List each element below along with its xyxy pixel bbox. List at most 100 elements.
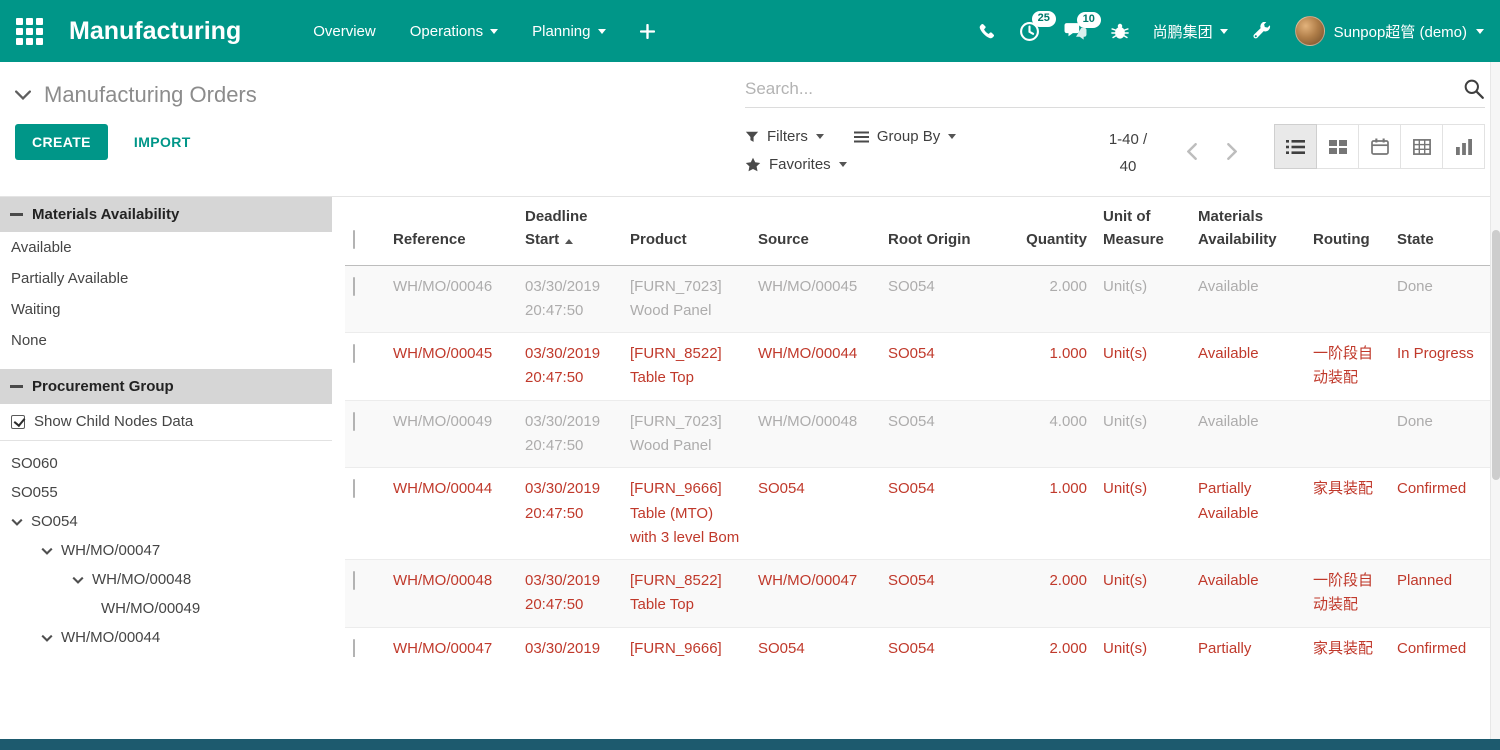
show-child-nodes-toggle[interactable]: Show Child Nodes Data: [0, 404, 332, 441]
activities-button[interactable]: 25: [1019, 21, 1040, 42]
row-checkbox[interactable]: [353, 412, 355, 431]
apps-grid-icon[interactable]: [16, 18, 43, 45]
cell-state: Done: [1389, 400, 1490, 468]
table-row[interactable]: WH/MO/00047 03/30/2019 20:47:50 [FURN_96…: [345, 627, 1490, 657]
row-checkbox[interactable]: [353, 639, 355, 657]
menu-planning[interactable]: Planning: [532, 23, 605, 40]
phone-icon: [978, 23, 995, 40]
pager-range[interactable]: 1-40 / 40: [1099, 126, 1157, 180]
tree-item-wh-mo-00044[interactable]: WH/MO/00044: [0, 623, 332, 652]
pager-next-button[interactable]: [1219, 137, 1245, 169]
tree-item-so054[interactable]: SO054: [0, 507, 332, 536]
vertical-scrollbar[interactable]: [1490, 62, 1500, 739]
tree-item-wh-mo-00045[interactable]: WH/MO/00045: [0, 652, 332, 657]
pager-previous-button[interactable]: [1179, 137, 1205, 169]
import-button[interactable]: IMPORT: [132, 124, 193, 160]
kanban-view-button[interactable]: [1316, 124, 1359, 169]
cell-reference: WH/MO/00049: [385, 400, 517, 468]
col-materials-availability[interactable]: Materials Availability: [1190, 197, 1305, 265]
tree-item-so060[interactable]: SO060: [0, 449, 332, 478]
cell-uom: Unit(s): [1095, 560, 1190, 628]
filter-waiting[interactable]: Waiting: [0, 294, 332, 325]
cell-source: WH/MO/00047: [750, 560, 880, 628]
section-materials-availability[interactable]: Materials Availability: [0, 197, 332, 232]
cell-product: [FURN_9666] Table (MTO) with 3 level Bom: [622, 627, 750, 657]
graph-view-button[interactable]: [1442, 124, 1485, 169]
col-routing[interactable]: Routing: [1305, 197, 1389, 265]
debug-button[interactable]: [1111, 22, 1129, 40]
tools-button[interactable]: [1252, 22, 1271, 41]
row-checkbox[interactable]: [353, 277, 355, 296]
table-row[interactable]: WH/MO/00049 03/30/2019 20:47:50 [FURN_70…: [345, 400, 1490, 468]
chevron-left-icon: [1187, 143, 1197, 160]
row-checkbox[interactable]: [353, 571, 355, 590]
row-checkbox[interactable]: [353, 344, 355, 363]
view-switcher: [1275, 124, 1485, 169]
checked-checkbox[interactable]: [11, 415, 25, 429]
tree-item-wh-mo-00049[interactable]: WH/MO/00049: [0, 594, 332, 623]
tree-item-wh-mo-00047[interactable]: WH/MO/00047: [0, 536, 332, 565]
search-icon[interactable]: [1463, 78, 1485, 100]
row-checkbox[interactable]: [353, 479, 355, 498]
table-row[interactable]: WH/MO/00044 03/30/2019 20:47:50 [FURN_96…: [345, 468, 1490, 560]
orders-list-view: Reference Deadline Start Product Source …: [332, 197, 1500, 657]
col-quantity[interactable]: Quantity: [1010, 197, 1095, 265]
create-button[interactable]: CREATE: [15, 124, 108, 160]
cell-source: SO054: [750, 468, 880, 560]
tree-item-wh-mo-00048[interactable]: WH/MO/00048: [0, 565, 332, 594]
scrollbar-thumb[interactable]: [1492, 230, 1500, 480]
control-panel: Manufacturing Orders CREATE IMPORT Filte…: [0, 62, 1500, 180]
table-row[interactable]: WH/MO/00046 03/30/2019 20:47:50 [FURN_70…: [345, 265, 1490, 333]
pivot-view-button[interactable]: [1400, 124, 1443, 169]
cell-source: WH/MO/00044: [750, 333, 880, 401]
company-switcher[interactable]: 尚鹏集团: [1153, 21, 1228, 42]
col-root-origin[interactable]: Root Origin: [880, 197, 1010, 265]
table-row[interactable]: WH/MO/00048 03/30/2019 20:47:50 [FURN_85…: [345, 560, 1490, 628]
col-deadline-start[interactable]: Deadline Start: [517, 197, 622, 265]
user-avatar: [1295, 16, 1325, 46]
filter-available[interactable]: Available: [0, 232, 332, 263]
col-state[interactable]: State: [1389, 197, 1490, 265]
calendar-view-button[interactable]: [1358, 124, 1401, 169]
cell-product: [FURN_7023] Wood Panel: [622, 265, 750, 333]
tree-item-so055[interactable]: SO055: [0, 478, 332, 507]
add-shortcut-button[interactable]: [640, 24, 655, 39]
col-product[interactable]: Product: [622, 197, 750, 265]
phone-button[interactable]: [978, 23, 995, 40]
section-title: Materials Availability: [32, 206, 179, 223]
user-menu[interactable]: Sunpop超管 (demo): [1295, 16, 1484, 46]
filters-label: Filters: [767, 128, 808, 145]
app-title[interactable]: Manufacturing: [69, 17, 241, 46]
cell-routing: 家具装配: [1305, 468, 1389, 560]
select-all-checkbox[interactable]: [353, 230, 355, 249]
search-input[interactable]: [745, 79, 1463, 99]
group-by-dropdown[interactable]: Group By: [854, 128, 956, 145]
group-by-label: Group By: [877, 128, 940, 145]
section-procurement-group[interactable]: Procurement Group: [0, 369, 332, 404]
col-source[interactable]: Source: [750, 197, 880, 265]
breadcrumb[interactable]: Manufacturing Orders: [15, 78, 257, 108]
filter-partially-available[interactable]: Partially Available: [0, 263, 332, 294]
favorites-dropdown[interactable]: Favorites: [745, 156, 847, 173]
plus-icon: [640, 24, 655, 39]
menu-overview-label: Overview: [313, 23, 376, 40]
list-view-button[interactable]: [1274, 124, 1317, 169]
cell-availability: Available: [1190, 265, 1305, 333]
cell-product: [FURN_7023] Wood Panel: [622, 400, 750, 468]
messages-button[interactable]: 10: [1064, 22, 1087, 41]
header-row: Reference Deadline Start Product Source …: [345, 197, 1490, 265]
filters-dropdown[interactable]: Filters: [745, 128, 824, 145]
cell-deadline: 03/30/2019 20:47:50: [517, 333, 622, 401]
table-row[interactable]: WH/MO/00045 03/30/2019 20:47:50 [FURN_85…: [345, 333, 1490, 401]
cell-availability: Available: [1190, 333, 1305, 401]
cell-deadline: 03/30/2019 20:47:50: [517, 265, 622, 333]
menu-planning-label: Planning: [532, 23, 590, 40]
menu-operations[interactable]: Operations: [410, 23, 498, 40]
menu-overview[interactable]: Overview: [313, 23, 376, 40]
cell-product: [FURN_8522] Table Top: [622, 560, 750, 628]
col-unit-of-measure[interactable]: Unit of Measure: [1095, 197, 1190, 265]
cell-deadline: 03/30/2019 20:47:50: [517, 627, 622, 657]
filter-none[interactable]: None: [0, 325, 332, 356]
cell-reference: WH/MO/00046: [385, 265, 517, 333]
col-reference[interactable]: Reference: [385, 197, 517, 265]
